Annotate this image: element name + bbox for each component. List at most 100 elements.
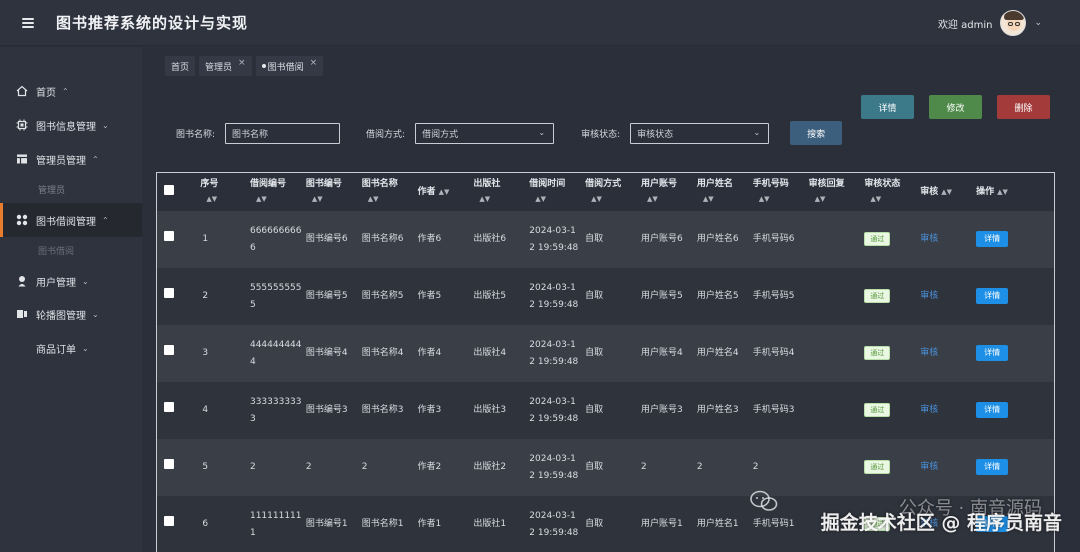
column-header[interactable]: 用户账号 ▲▼ bbox=[637, 173, 693, 211]
sidebar-item-orders[interactable]: 商品订单 ⌄ bbox=[0, 331, 142, 365]
row-checkbox[interactable] bbox=[164, 516, 174, 526]
sidebar-subitem-admin[interactable]: 管理员 bbox=[0, 176, 142, 202]
column-header[interactable]: 出版社 ▲▼ bbox=[469, 173, 525, 211]
cell-author: 作者2 bbox=[417, 462, 442, 472]
sort-icon[interactable]: ▲▼ bbox=[362, 193, 414, 206]
audit-link[interactable]: 审核 bbox=[920, 291, 938, 301]
row-detail-button[interactable]: 详情 bbox=[976, 402, 1009, 418]
audit-link[interactable]: 审核 bbox=[920, 462, 938, 472]
sort-icon[interactable]: ▲▼ bbox=[753, 193, 805, 206]
sort-icon[interactable]: ▲▼ bbox=[641, 193, 693, 206]
row-checkbox[interactable] bbox=[164, 459, 174, 469]
table-row[interactable]: 4 3333333333 图书编号3 图书名称3 作者3 出版社3 2024-03-12 1… bbox=[157, 382, 1054, 439]
sidebar-item-carousel-manage[interactable]: 轮播图管理 ⌄ bbox=[0, 297, 142, 331]
audit-status-select[interactable]: 审核状态 ⌄ bbox=[630, 122, 770, 144]
cell-reply bbox=[805, 382, 861, 439]
cell-user-name: 用户姓名5 bbox=[696, 291, 739, 301]
welcome-text: 欢迎 admin bbox=[937, 19, 993, 31]
delete-button[interactable]: 删除 bbox=[997, 95, 1050, 119]
carousel-icon bbox=[16, 308, 28, 320]
sidebar-item-borrow-manage[interactable]: 图书借阅管理 ⌃ bbox=[0, 203, 142, 237]
column-header[interactable]: 审核 ▲▼ bbox=[916, 173, 972, 211]
sidebar-item-home[interactable]: 首页 ⌃ bbox=[0, 74, 142, 108]
tab-home[interactable]: 首页 bbox=[165, 56, 196, 76]
row-checkbox[interactable] bbox=[164, 288, 174, 298]
cell-book-no: 图书编号1 bbox=[305, 519, 348, 529]
sort-icon[interactable]: ▲▼ bbox=[809, 193, 861, 206]
watermark-line2: 掘金技术社区 @ 程序员南音 bbox=[820, 512, 1062, 534]
sort-icon[interactable]: ▲▼ bbox=[439, 188, 450, 196]
borrow-method-value: 借阅方式 bbox=[422, 129, 459, 140]
sidebar-item-user-manage[interactable]: 用户管理 ⌄ bbox=[0, 264, 142, 298]
sidebar-item-admin-manage[interactable]: 管理员管理 ⌃ bbox=[0, 142, 142, 176]
sort-icon[interactable]: ▲▼ bbox=[250, 193, 302, 206]
cell-book-name: 图书名称3 bbox=[361, 405, 404, 415]
sort-icon[interactable]: ▲▼ bbox=[200, 193, 246, 206]
column-header[interactable]: 图书名称 ▲▼ bbox=[358, 173, 414, 211]
sort-icon[interactable]: ▲▼ bbox=[697, 193, 749, 206]
close-icon[interactable]: × bbox=[310, 58, 318, 68]
sort-icon[interactable]: ▲▼ bbox=[864, 193, 916, 206]
search-button[interactable]: 搜索 bbox=[790, 121, 843, 145]
book-name-input[interactable]: 图书名称 bbox=[225, 122, 341, 144]
cell-publisher: 出版社2 bbox=[473, 462, 507, 472]
tab-book-borrow[interactable]: 图书借阅 × bbox=[255, 56, 324, 76]
select-all-checkbox[interactable] bbox=[164, 184, 174, 195]
sort-icon[interactable]: ▲▼ bbox=[529, 193, 581, 206]
row-checkbox-cell bbox=[157, 325, 196, 382]
sort-icon[interactable]: ▲▼ bbox=[941, 188, 952, 196]
audit-link[interactable]: 审核 bbox=[920, 348, 938, 358]
column-header[interactable]: 手机号码 ▲▼ bbox=[749, 173, 805, 211]
sidebar-subitem-borrow[interactable]: 图书借阅 bbox=[0, 237, 142, 263]
column-header[interactable]: 审核回复 ▲▼ bbox=[805, 173, 861, 211]
table-row[interactable]: 1 6666666666 图书编号6 图书名称6 作者6 出版社6 2024-03-12 1… bbox=[157, 211, 1054, 268]
hamburger-menu-icon[interactable] bbox=[0, 0, 56, 46]
status-badge: 通过 bbox=[864, 460, 891, 474]
cell-index: 6 bbox=[202, 519, 209, 529]
column-header[interactable]: 用户姓名 ▲▼ bbox=[693, 173, 749, 211]
row-detail-button[interactable]: 详情 bbox=[976, 288, 1009, 304]
row-detail-button[interactable]: 详情 bbox=[976, 231, 1009, 247]
sort-icon[interactable]: ▲▼ bbox=[306, 193, 358, 206]
column-header[interactable]: 借阅编号 ▲▼ bbox=[246, 173, 302, 211]
row-checkbox[interactable] bbox=[164, 231, 174, 241]
borrow-method-select[interactable]: 借阅方式 ⌄ bbox=[415, 122, 555, 144]
table-row[interactable]: 5 2 2 2 作者2 出版社2 2024-03-12 19:59:48 自取 2 2 2 通过 审核 详… bbox=[157, 439, 1054, 496]
edit-button[interactable]: 修改 bbox=[929, 95, 982, 119]
detail-button[interactable]: 详情 bbox=[861, 95, 914, 119]
user-avatar-icon[interactable] bbox=[1000, 10, 1027, 36]
column-header[interactable]: 借阅时间 ▲▼ bbox=[525, 173, 581, 211]
sort-icon[interactable]: ▲▼ bbox=[585, 193, 637, 206]
row-checkbox[interactable] bbox=[164, 345, 174, 355]
sidebar-item-book-info[interactable]: 图书信息管理 ⌄ bbox=[0, 108, 142, 142]
tab-admin[interactable]: 管理员 × bbox=[199, 56, 252, 76]
chevron-down-icon[interactable]: ⌄ bbox=[1034, 18, 1042, 28]
sort-icon[interactable]: ▲▼ bbox=[997, 188, 1008, 196]
cell-audit: 审核 bbox=[916, 268, 972, 325]
close-icon[interactable]: × bbox=[238, 58, 246, 68]
column-header[interactable]: 操作 ▲▼ bbox=[972, 173, 1054, 211]
row-detail-button[interactable]: 详情 bbox=[976, 459, 1009, 475]
column-header[interactable]: 审核状态 ▲▼ bbox=[860, 173, 916, 211]
audit-link[interactable]: 审核 bbox=[920, 234, 938, 244]
column-header[interactable]: 作者 ▲▼ bbox=[414, 173, 470, 211]
user-icon bbox=[16, 275, 28, 287]
table-row[interactable]: 2 5555555555 图书编号5 图书名称5 作者5 出版社5 2024-03-12 1… bbox=[157, 268, 1054, 325]
column-header[interactable]: 借阅方式 ▲▼ bbox=[581, 173, 637, 211]
column-header[interactable]: 序号 ▲▼ bbox=[196, 173, 246, 211]
cell-status: 通过 bbox=[860, 211, 916, 268]
cell-method: 自取 bbox=[585, 519, 604, 529]
row-detail-button[interactable]: 详情 bbox=[976, 345, 1009, 361]
row-checkbox-cell bbox=[157, 382, 196, 439]
column-header[interactable]: 图书编号 ▲▼ bbox=[302, 173, 358, 211]
table-row[interactable]: 3 4444444444 图书编号4 图书名称4 作者4 出版社4 2024-03-12 1… bbox=[157, 325, 1054, 382]
sidebar-item-label: 首页 bbox=[36, 87, 56, 99]
cell-index: 3 bbox=[202, 348, 209, 358]
home-icon bbox=[16, 85, 28, 97]
sort-icon[interactable]: ▲▼ bbox=[473, 193, 525, 206]
chevron-down-icon: ⌄ bbox=[82, 276, 89, 286]
row-checkbox[interactable] bbox=[164, 402, 174, 412]
audit-link[interactable]: 审核 bbox=[920, 405, 938, 415]
cell-reply bbox=[805, 325, 861, 382]
cell-phone: 手机号码5 bbox=[752, 291, 795, 301]
